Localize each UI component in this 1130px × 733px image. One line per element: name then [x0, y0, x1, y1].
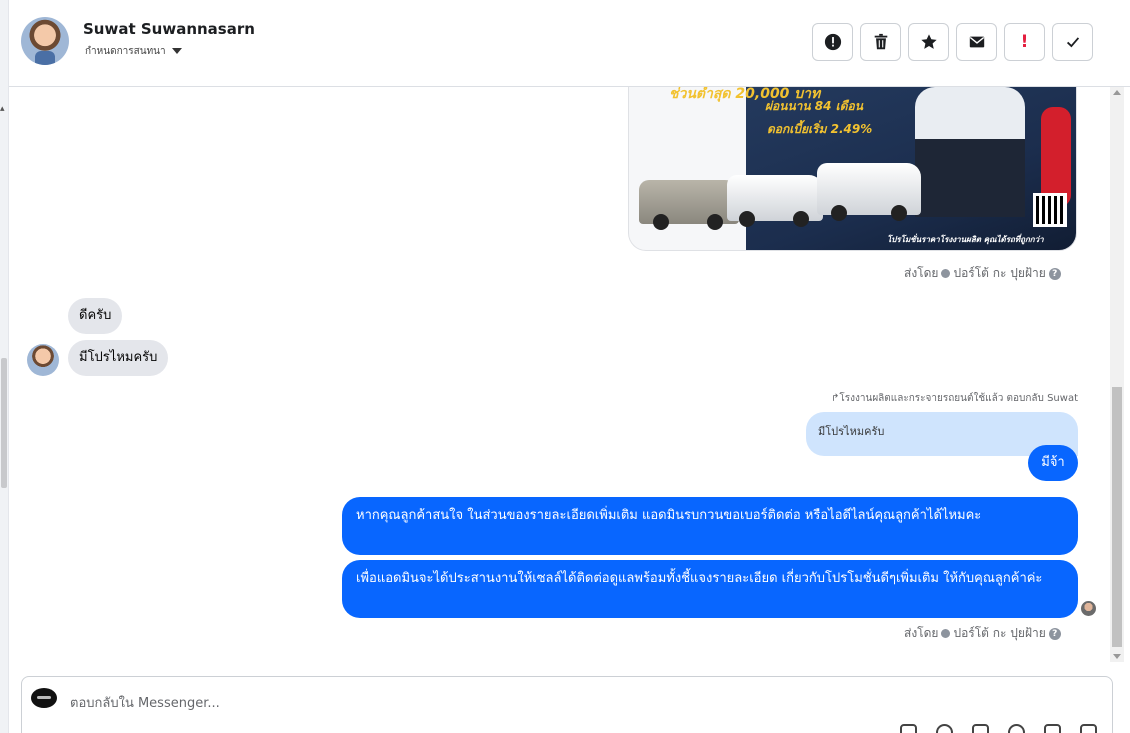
incoming-message[interactable]: มีโปรไหมครับ	[68, 340, 169, 376]
sent-by-label: ส่งโดย ปอร์โต้ กะ ปุยฝ้าย ?	[904, 624, 1061, 643]
delete-button[interactable]	[860, 23, 901, 61]
assign-conversation-dropdown[interactable]: กำหนดการสนทนา	[85, 44, 182, 59]
contact-avatar-small[interactable]	[27, 344, 59, 376]
left-panel-edge: ▴	[0, 0, 9, 733]
qr-code-image	[1033, 193, 1067, 227]
attach-icon[interactable]	[900, 724, 917, 733]
checkmark-icon	[1066, 37, 1079, 48]
messenger-inbox: ▴ Suwat Suwannasarn กำหนดการสนทนา ! ช่วน…	[0, 0, 1130, 733]
gif-icon[interactable]	[972, 724, 989, 733]
sent-by-label: ส่งโดย ปอร์โต้ กะ ปุยฝ้าย ?	[904, 264, 1061, 283]
trash-icon	[874, 33, 887, 50]
promo-person-image	[915, 87, 1025, 217]
scrollbar-thumb[interactable]	[1112, 387, 1122, 647]
seen-indicator-avatar	[1081, 601, 1096, 616]
page-avatar	[31, 688, 57, 708]
promo-car-pickup-1	[727, 175, 823, 227]
saved-reply-icon[interactable]	[1044, 724, 1061, 733]
reply-note-text: โรงงานผลิตและกระจายรถยนต์ใช้แล้ว ตอบกลับ…	[839, 393, 1078, 404]
envelope-icon	[969, 36, 984, 48]
outgoing-message[interactable]: หากคุณลูกค้าสนใจ ในส่วนของรายละเอียดเพิ่…	[342, 497, 1078, 555]
tag-icon[interactable]	[936, 724, 953, 733]
incoming-message[interactable]: ดีครับ	[68, 298, 123, 334]
help-icon[interactable]: ?	[1048, 267, 1061, 280]
like-icon[interactable]	[1080, 724, 1097, 733]
sent-by-sender[interactable]: ปอร์โต้ กะ ปุยฝ้าย	[953, 624, 1045, 643]
promo-installment: ผ่อนนาน 84 เดือน	[765, 99, 863, 113]
star-button[interactable]	[908, 23, 949, 61]
emoji-icon[interactable]	[1008, 724, 1025, 733]
outgoing-message[interactable]: เพื่อแอดมินจะได้ประสานงานให้เซลล์ได้ติดต…	[342, 560, 1078, 618]
promo-seat-image	[1041, 107, 1071, 207]
promo-footer-text: โปรโมชั่นราคาโรงงานผลิต คุณได้รถที่ถูกกว…	[887, 235, 1044, 244]
composer-toolbar	[900, 724, 1097, 733]
report-spam-button[interactable]	[812, 23, 853, 61]
star-icon	[920, 34, 937, 49]
sent-by-prefix: ส่งโดย	[904, 266, 939, 280]
collapse-arrow-icon[interactable]: ▴	[0, 104, 5, 114]
alert-circle-icon	[824, 33, 841, 51]
sent-by-prefix: ส่งโดย	[904, 626, 939, 640]
outgoing-message[interactable]: มีจ้า	[1028, 445, 1078, 481]
left-scrollbar[interactable]	[1, 358, 7, 488]
promo-car-sedan	[639, 180, 739, 230]
promo-interest: ดอกเบี้ยเริ่ม 2.49%	[767, 122, 873, 136]
verified-icon	[941, 269, 951, 278]
mark-done-button[interactable]	[1052, 23, 1093, 61]
sent-by-sender[interactable]: ปอร์โต้ กะ ปุยฝ้าย	[953, 264, 1045, 283]
contact-name[interactable]: Suwat Suwannasarn	[83, 20, 255, 38]
caret-down-icon	[171, 48, 182, 54]
promo-image-attachment[interactable]: ช่วนต่ำสุด 20,000 บาท ผ่อนนาน 84 เดือน ด…	[628, 87, 1077, 251]
assign-conversation-label: กำหนดการสนทนา	[85, 46, 166, 57]
mark-unread-button[interactable]	[956, 23, 997, 61]
conversation-scrollbar[interactable]	[1110, 87, 1124, 662]
verified-icon	[941, 629, 951, 638]
contact-avatar[interactable]	[21, 17, 69, 65]
reply-indicator: ↱โรงงานผลิตและกระจายรถยนต์ใช้แล้ว ตอบกลั…	[831, 391, 1078, 406]
scroll-up-arrow-icon[interactable]	[1113, 90, 1121, 95]
exclamation-icon: !	[1020, 32, 1029, 52]
scroll-down-arrow-icon[interactable]	[1113, 654, 1121, 659]
follow-up-button[interactable]: !	[1004, 23, 1045, 61]
conversation-actions: !	[812, 23, 1093, 61]
message-composer[interactable]: ตอบกลับใน Messenger...	[21, 676, 1113, 733]
help-icon[interactable]: ?	[1048, 627, 1061, 640]
reply-input[interactable]: ตอบกลับใน Messenger...	[70, 692, 220, 713]
conversation-header: Suwat Suwannasarn กำหนดการสนทนา !	[9, 0, 1130, 87]
promo-car-pickup-2	[817, 163, 921, 221]
